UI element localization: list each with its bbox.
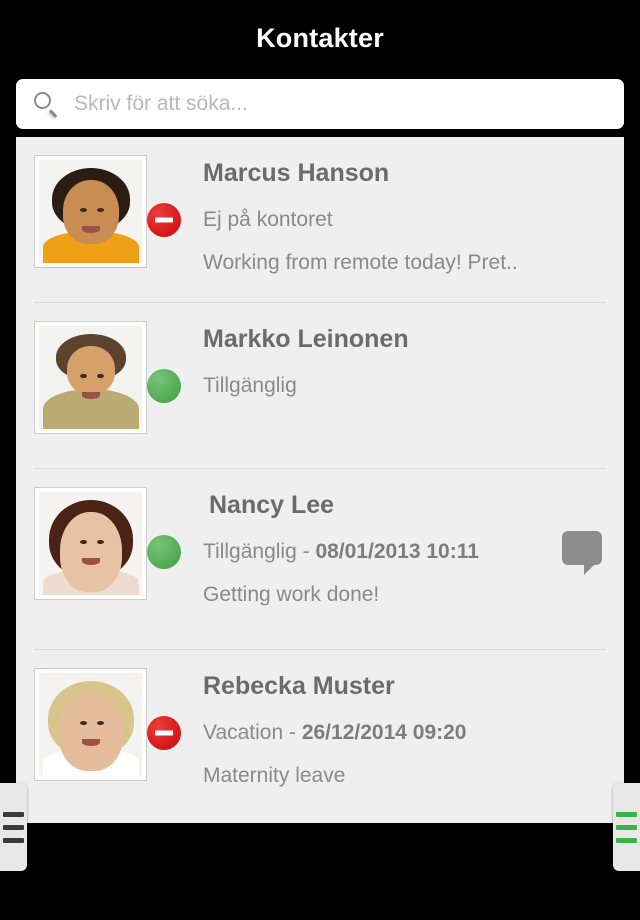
page-title: Kontakter	[256, 22, 384, 53]
search-input[interactable]	[74, 79, 624, 129]
contact-info: Marcus Hanson Ej på kontoret Working from …	[147, 155, 624, 275]
busy-indicator-icon	[147, 202, 181, 237]
contact-row[interactable]: Nancy Lee Tillgänglig - 08/01/2013 10:11 G…	[16, 469, 624, 649]
contact-name: Marcus Hanson	[203, 159, 390, 187]
status-text: Tillgänglig - 08/01/2013 10:11	[203, 539, 479, 563]
handle-bar	[616, 811, 637, 817]
contact-info: Nancy Lee Tillgänglig - 08/01/2013 10:11 G…	[147, 487, 624, 607]
contact-row[interactable]: Marcus Hanson Ej på kontoret Working from …	[16, 137, 624, 302]
busy-indicator-icon	[147, 715, 181, 750]
available-indicator-icon	[147, 368, 181, 403]
status-message: Working from remote today! Pret..	[203, 250, 518, 274]
contact-info: Rebecka Muster Vacation - 26/12/2014 09:2…	[147, 668, 624, 788]
search-icon	[32, 90, 60, 118]
status-message: Maternity leave	[203, 763, 346, 787]
avatar-photo	[39, 673, 142, 776]
handle-bar	[3, 811, 24, 817]
contact-name: Rebecka Muster	[203, 672, 395, 700]
title-bar: Kontakter	[0, 0, 640, 76]
available-indicator-icon	[147, 534, 181, 569]
contact-list[interactable]: Marcus Hanson Ej på kontoret Working from …	[16, 137, 624, 823]
left-drag-handle[interactable]	[0, 783, 27, 871]
status-text: Ej på kontoret	[203, 207, 333, 231]
avatar-photo	[39, 492, 142, 595]
status-line: Tillgänglig - 08/01/2013 10:11	[147, 534, 624, 569]
chat-bubble-icon[interactable]	[562, 531, 602, 575]
status-line: Vacation - 26/12/2014 09:20	[147, 715, 624, 750]
avatar[interactable]	[34, 487, 147, 600]
avatar-photo	[39, 160, 142, 263]
contact-info: Markko Leinonen Tillgänglig	[147, 321, 624, 403]
status-text: Vacation - 26/12/2014 09:20	[203, 720, 467, 744]
avatar[interactable]	[34, 155, 147, 268]
handle-bar	[3, 824, 24, 830]
contact-name: Nancy Lee	[209, 491, 335, 519]
contact-row[interactable]: Rebecka Muster Vacation - 26/12/2014 09:2…	[16, 650, 624, 815]
status-line: Tillgänglig	[147, 368, 624, 403]
right-drag-handle[interactable]	[613, 783, 640, 871]
status-timestamp: 08/01/2013 10:11	[315, 539, 479, 563]
status-timestamp: 26/12/2014 09:20	[301, 720, 467, 744]
status-text: Tillgänglig	[203, 373, 297, 397]
search-bar[interactable]	[16, 79, 624, 129]
avatar[interactable]	[34, 668, 147, 781]
handle-bar	[616, 824, 637, 830]
status-message: Getting work done!	[203, 582, 380, 606]
status-line: Ej på kontoret	[147, 202, 624, 237]
contacts-app: Kontakter Marcus Hanson Ej på kontoret Wor…	[0, 0, 640, 920]
contact-row[interactable]: Markko Leinonen Tillgänglig	[16, 303, 624, 468]
avatar-photo	[39, 326, 142, 429]
contact-name: Markko Leinonen	[203, 325, 409, 353]
handle-bar	[616, 837, 637, 843]
handle-bar	[3, 837, 24, 843]
avatar[interactable]	[34, 321, 147, 434]
